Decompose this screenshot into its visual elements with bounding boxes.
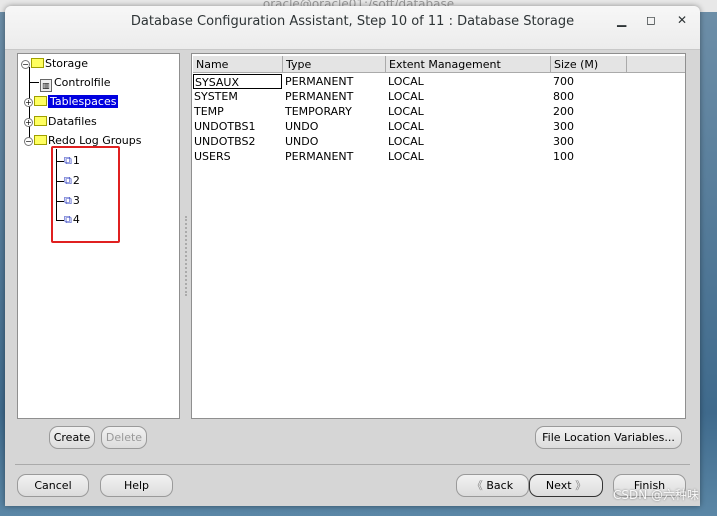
dialog-window: Database Configuration Assistant, Step 1… [5, 6, 700, 506]
tablespace-table: Name Type Extent Management Size (M) SYS… [191, 53, 686, 419]
table-row-name[interactable]: SYSTEM [193, 89, 282, 104]
close-icon[interactable]: ✕ [677, 13, 687, 27]
table-cell[interactable]: 200 [552, 104, 574, 119]
table-cell[interactable]: LOCAL [387, 119, 424, 134]
back-button[interactable]: 《 Back [456, 474, 529, 497]
table-row-name[interactable]: USERS [193, 149, 282, 164]
expand-icon[interactable]: + [24, 98, 33, 107]
expand-icon[interactable]: + [24, 118, 33, 127]
controlfile-icon: ▥ [40, 79, 52, 92]
table-row-name[interactable]: UNDOTBS1 [193, 119, 282, 134]
chevron-right-icon: 》 [575, 479, 587, 492]
next-button[interactable]: Next 》 [529, 474, 603, 497]
tree-node-controlfile[interactable]: ▥ Controlfile [40, 75, 111, 92]
table-cell[interactable]: PERMANENT [284, 74, 353, 89]
splitter-handle[interactable] [185, 216, 187, 296]
file-location-variables-button[interactable]: File Location Variables... [535, 426, 682, 449]
maximize-icon[interactable]: ◻ [646, 13, 656, 27]
watermark: CSDN @六种味 [612, 488, 699, 502]
table-cell[interactable]: LOCAL [387, 134, 424, 149]
highlight-box [51, 146, 120, 243]
title-bar: Database Configuration Assistant, Step 1… [5, 6, 700, 50]
minimize-icon[interactable]: ▁ [617, 13, 626, 27]
tree-node-datafiles[interactable]: + Datafiles [24, 114, 97, 130]
tree-node-storage[interactable]: − Storage [21, 56, 88, 72]
table-cell[interactable]: PERMANENT [284, 89, 353, 104]
table-row-name[interactable]: TEMP [193, 104, 282, 119]
column-header-extent[interactable]: Extent Management [386, 56, 551, 73]
divider [15, 464, 690, 465]
folder-icon [31, 58, 44, 68]
chevron-left-icon: 《 [471, 479, 487, 492]
table-cell[interactable]: LOCAL [387, 104, 424, 119]
table-cell[interactable]: 300 [552, 119, 574, 134]
cancel-button[interactable]: Cancel [17, 474, 89, 497]
table-cell[interactable]: LOCAL [387, 74, 424, 89]
column-header-type[interactable]: Type [283, 56, 386, 73]
column-header-size[interactable]: Size (M) [551, 56, 627, 73]
folder-icon [34, 116, 47, 126]
table-cell[interactable]: TEMPORARY [284, 104, 352, 119]
column-header-blank [627, 56, 685, 73]
create-button[interactable]: Create [49, 426, 95, 449]
folder-icon [34, 135, 47, 145]
table-cell[interactable]: 700 [552, 74, 574, 89]
collapse-icon[interactable]: − [21, 60, 30, 69]
table-cell[interactable]: LOCAL [387, 89, 424, 104]
table-cell[interactable]: 100 [552, 149, 574, 164]
delete-button[interactable]: Delete [101, 426, 147, 449]
table-cell[interactable]: 300 [552, 134, 574, 149]
help-button[interactable]: Help [100, 474, 173, 497]
collapse-icon[interactable]: − [24, 137, 33, 146]
table-cell[interactable]: UNDO [284, 134, 318, 149]
table-row-name[interactable]: UNDOTBS2 [193, 134, 282, 149]
folder-icon [34, 96, 47, 106]
table-cell[interactable]: 800 [552, 89, 574, 104]
column-header-name[interactable]: Name [193, 56, 283, 73]
table-cell[interactable]: UNDO [284, 119, 318, 134]
table-cell[interactable]: LOCAL [387, 149, 424, 164]
window-title: Database Configuration Assistant, Step 1… [130, 14, 575, 29]
table-row-name[interactable]: SYSAUX [193, 74, 282, 89]
table-cell[interactable]: PERMANENT [284, 149, 353, 164]
tree-node-tablespaces[interactable]: + Tablespaces [24, 94, 119, 110]
